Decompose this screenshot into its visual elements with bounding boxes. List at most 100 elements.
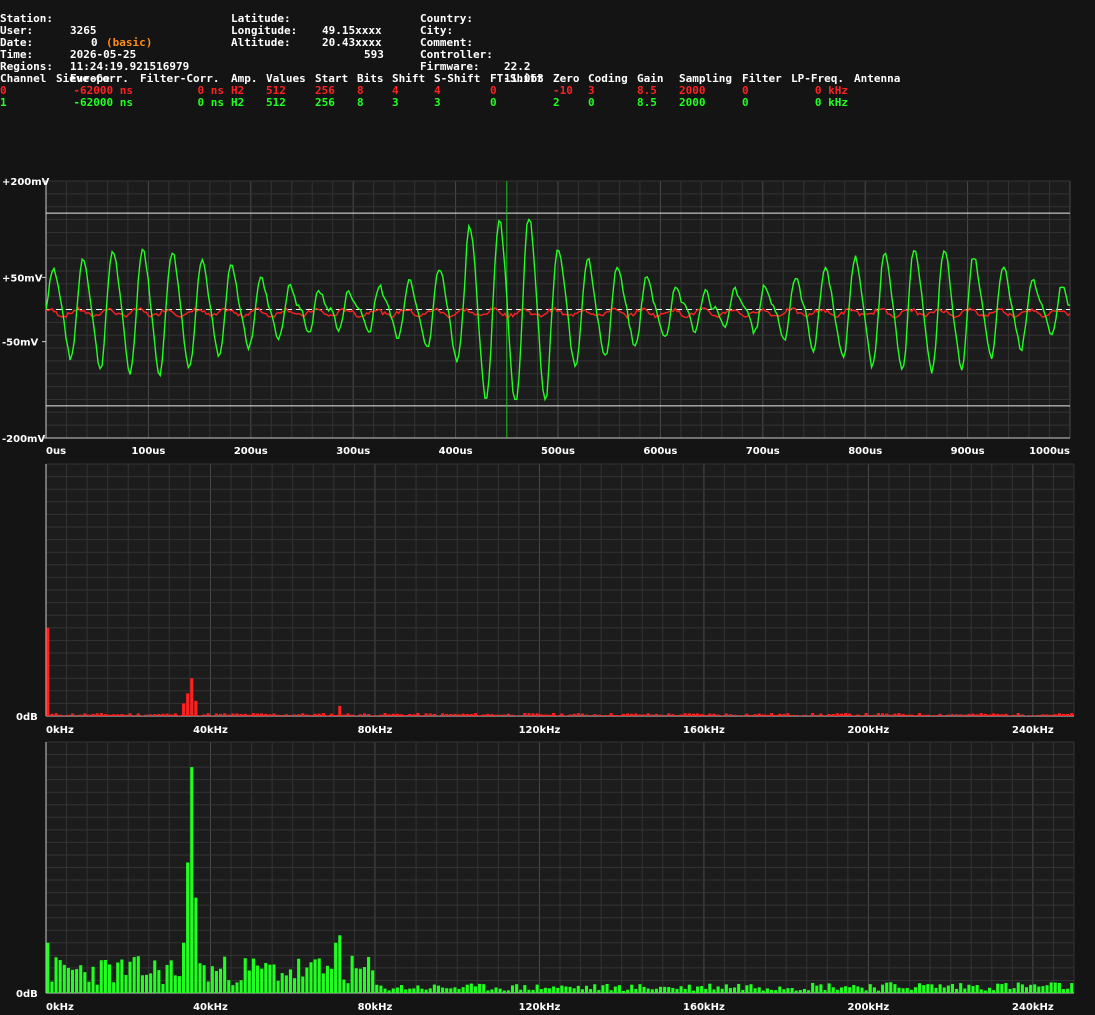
spectrum-bar [367, 956, 371, 993]
spectrum-bar [79, 714, 83, 716]
spectrum-bar [885, 713, 889, 716]
spectrum-bar [897, 713, 901, 716]
spectrum-bar [297, 714, 301, 716]
spectrum-bar [757, 987, 761, 993]
spectrum-bar [46, 942, 50, 993]
spectrum-bar [387, 990, 391, 993]
spectrum-bar [654, 713, 658, 716]
spectrum-bar [523, 985, 527, 993]
spectrum-bar [350, 955, 354, 993]
spectrum-bar [992, 990, 996, 993]
spectrum-bar [256, 965, 260, 993]
spectrum-bar [161, 983, 165, 993]
x-tick-label: 200kHz [848, 725, 890, 736]
spectrum-bar [54, 957, 58, 993]
spectrum-bar [116, 962, 120, 993]
spectrum-bar [807, 715, 811, 716]
spectrum-bar [309, 714, 313, 716]
spectrum-bar [190, 678, 194, 716]
spectrum-bar [182, 703, 186, 716]
spectrum-bar [885, 982, 889, 993]
spectrum-bar [173, 713, 177, 716]
spectrum-bar [926, 984, 930, 993]
spectrum-bar [1049, 982, 1053, 993]
spectrum-bar [103, 959, 107, 993]
spectrum-bar [441, 713, 445, 716]
spectrum-bar [66, 967, 70, 993]
spectrum-bar [1033, 984, 1037, 993]
spectrum-bar [691, 990, 695, 993]
spectrum-bar [1070, 713, 1074, 716]
spectrum-bar [116, 714, 120, 716]
spectrum-bar [416, 713, 420, 716]
spectrum-bar [654, 988, 658, 993]
spectrum-bar [634, 988, 638, 993]
table-cell: 2 [553, 96, 560, 109]
spectrum-bar [153, 960, 157, 993]
spectrum-bar [256, 713, 260, 716]
spectrum-bar [835, 713, 839, 716]
spectrum-bar [761, 714, 765, 716]
spectrum-bar [165, 713, 169, 716]
spectrum-bar [371, 715, 375, 716]
spectrum-bar [782, 713, 786, 716]
spectrum-bar [831, 714, 835, 716]
spectrum-bar [358, 968, 362, 993]
spectrum-bar [745, 713, 749, 716]
spectrum-bar [1037, 986, 1041, 993]
spectrum-bar [293, 978, 297, 993]
spectrum-bar [1004, 713, 1008, 716]
spectrum-bar [786, 988, 790, 993]
spectrum-bar [527, 713, 531, 716]
spectrum-bar [260, 713, 264, 716]
spectrum-bar [173, 975, 177, 993]
spectrum-bar [375, 984, 379, 993]
spectrum-bar [350, 714, 354, 716]
spectrum-bar [601, 715, 605, 716]
spectrum-bar [704, 714, 708, 716]
spectrum-bar [687, 713, 691, 716]
spectrum-bar [149, 714, 153, 716]
spectrum-bar [979, 713, 983, 716]
y-tick-label: -200mV [2, 434, 45, 445]
spectrum-bar [1061, 989, 1066, 993]
spectrum-bar [120, 959, 124, 993]
spectrum-bar [251, 713, 255, 716]
y-tick-label: 0dB [16, 712, 38, 723]
spectrum-bar [1016, 982, 1020, 993]
spectrum-bar [338, 935, 342, 993]
spectrum-bar [395, 987, 399, 993]
spectrum-bar [309, 962, 313, 993]
spectrum-bar [408, 713, 412, 716]
spectrum-bar [642, 714, 646, 716]
spectrum-bar [182, 942, 186, 993]
spectrum-bar [975, 985, 979, 993]
spectrum-bar [568, 986, 572, 993]
spectrum-bar [626, 713, 630, 716]
x-tick-label: 120kHz [519, 725, 561, 736]
y-tick-label: +200mV [2, 177, 50, 188]
spectrum-bar [856, 714, 860, 716]
spectrum-bar [712, 713, 716, 716]
spectrum-bar [782, 989, 786, 993]
spectrum-bar [395, 713, 399, 716]
spectrum-bar [959, 983, 963, 993]
spectrum-bar [83, 972, 87, 993]
spectrum-bar [930, 715, 934, 716]
spectrum-bar [638, 984, 642, 993]
spectrum-bar [802, 988, 806, 993]
spectrum-bar [539, 989, 543, 993]
spectrum-bar [638, 714, 642, 716]
y-tick-label: 0dB [16, 989, 38, 1000]
spectrum-bar [445, 988, 449, 993]
spectrum-bar [967, 713, 971, 716]
spectrum-bar [325, 965, 329, 993]
spectrum-bar [531, 989, 535, 993]
spectrum-bar [527, 989, 531, 993]
spectrum-bar [860, 987, 864, 993]
spectrum-bar [358, 714, 362, 716]
spectrum-bar [1029, 984, 1033, 993]
spectrum-bar [946, 714, 950, 716]
spectrum-bar [391, 988, 395, 993]
spectrum-bar [683, 988, 687, 993]
